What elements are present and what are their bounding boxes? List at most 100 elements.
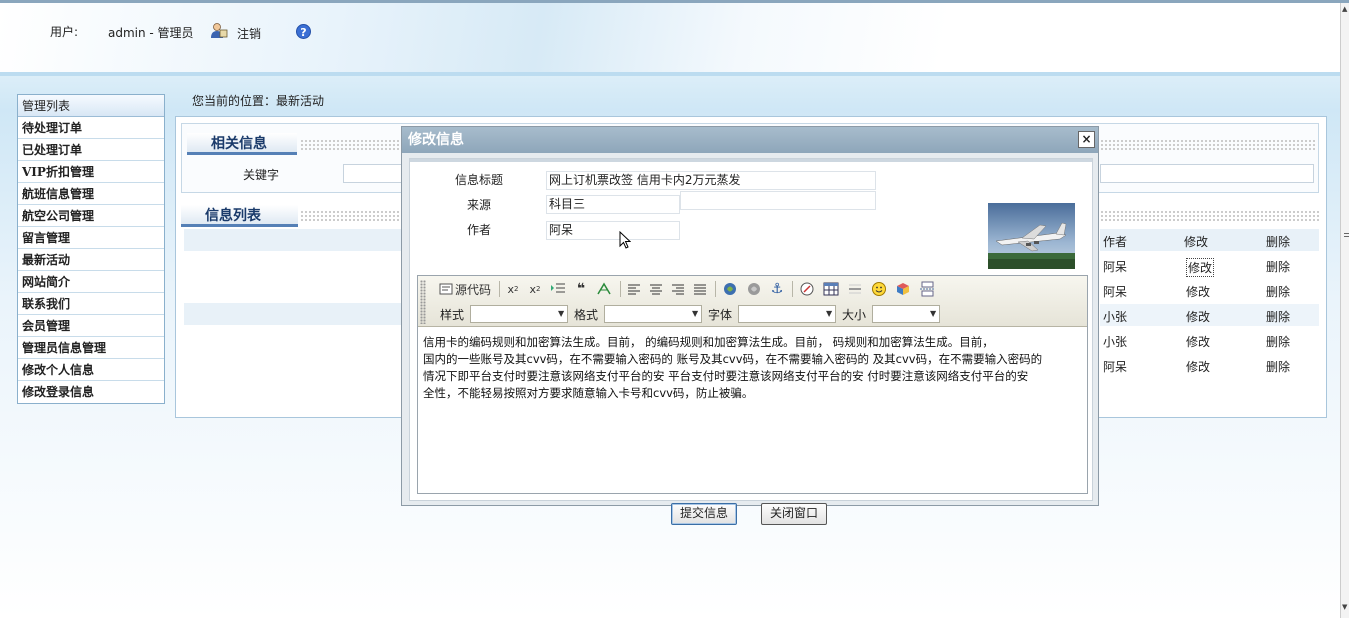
pagebreak-icon[interactable] (916, 279, 938, 299)
close-window-button[interactable]: 关闭窗口 (761, 503, 828, 525)
source-code-button[interactable]: 源代码 (436, 279, 494, 299)
smiley-icon[interactable] (868, 279, 890, 299)
dialog-title: 修改信息 (402, 127, 1098, 153)
section-divider (300, 139, 402, 151)
delete-link[interactable]: 删除 (1266, 258, 1290, 275)
sidebar: 管理列表 待处理订单 已处理订单 VIP折扣管理 航班信息管理 航空公司管理 留… (17, 94, 165, 404)
flash-icon[interactable] (796, 279, 818, 299)
align-right-icon[interactable] (668, 279, 688, 299)
chevron-down-icon: ▼ (557, 309, 565, 318)
content-line: 全性，不能轻易按照对方要求随意输入卡号和cvv码，防止被骗。 (423, 386, 754, 400)
font-select[interactable]: ▼ (738, 305, 837, 323)
edit-info-dialog: 修改信息 × 信息标题 网上订机票改签 信用卡内2万元蒸发 来源 科目三 作者 … (401, 126, 1099, 525)
table-cell-author: 小张 (1103, 335, 1128, 349)
style-label: 样式 (440, 307, 465, 322)
table-cell-author: 小张 (1103, 310, 1128, 324)
sidebar-item-site-intro[interactable]: 网站简介 (18, 271, 164, 293)
sidebar-item-login-info[interactable]: 修改登录信息 (18, 381, 164, 403)
toolbar-separator (715, 281, 717, 297)
sidebar-item-flights[interactable]: 航班信息管理 (18, 183, 164, 205)
delete-link[interactable]: 删除 (1266, 358, 1290, 375)
scroll-down-icon[interactable]: ▼ (1342, 603, 1347, 611)
vertical-scrollbar[interactable]: ▲ ▼ (1340, 3, 1349, 618)
toolbar-separator (620, 281, 622, 297)
sidebar-item-pending-orders[interactable]: 待处理订单 (18, 117, 164, 139)
keyword-input[interactable] (343, 164, 403, 183)
superscript-icon[interactable]: x2 (525, 279, 545, 299)
delete-link[interactable]: 删除 (1266, 283, 1290, 300)
edit-link[interactable]: 修改 (1186, 283, 1210, 300)
user-name: admin - 管理员 (108, 26, 194, 40)
content-line: 国内的一些账号及其cvv码，在不需要输入密码的 账号及其cvv码，在不需要输入密… (423, 352, 1043, 366)
source-input[interactable]: 科目三 (546, 195, 680, 214)
editor-content[interactable]: 信用卡的编码规则和加密算法生成。目前， 的编码规则和加密算法生成。目前， 码规则… (418, 328, 1087, 493)
chevron-down-icon: ▼ (929, 309, 937, 318)
chevron-down-icon: ▼ (825, 309, 833, 318)
align-left-icon[interactable] (624, 279, 644, 299)
table-cell-author: 阿呆 (1103, 285, 1128, 299)
table-cell-author: 阿呆 (1103, 360, 1128, 374)
info-list-title: 信息列表 (181, 205, 298, 227)
delete-link[interactable]: 删除 (1266, 308, 1290, 325)
edit-link[interactable]: 修改 (1186, 258, 1215, 277)
align-center-icon[interactable] (646, 279, 666, 299)
user-label: 用户: (50, 25, 79, 39)
title-input[interactable]: 网上订机票改签 信用卡内2万元蒸发 (546, 171, 876, 190)
sidebar-item-vip-discount[interactable]: VIP折扣管理 (18, 161, 164, 183)
source-field-label: 来源 (466, 198, 491, 212)
justify-icon[interactable] (690, 279, 710, 299)
sidebar-item-contact[interactable]: 联系我们 (18, 293, 164, 315)
toolbar-separator (792, 281, 794, 297)
unlink-icon[interactable] (743, 279, 765, 299)
section-divider (300, 210, 402, 222)
chevron-down-icon: ▼ (691, 309, 699, 318)
format-select[interactable]: ▼ (604, 305, 703, 323)
hr-icon[interactable] (844, 279, 866, 299)
dialog-body: 信息标题 网上订机票改签 信用卡内2万元蒸发 来源 科目三 作者 阿呆 源代码 … (409, 158, 1093, 525)
submit-button[interactable]: 提交信息 (671, 503, 738, 525)
content-line: 情况下即平台支付时要注意该网络支付平台的安 平台支付时要注意该网络支付平台的安 … (423, 369, 1029, 383)
help-icon[interactable]: ? (296, 24, 311, 39)
sidebar-item-members[interactable]: 会员管理 (18, 315, 164, 337)
indent-icon[interactable] (547, 279, 569, 299)
toolbar-grip (420, 280, 426, 324)
delete-link[interactable]: 删除 (1266, 333, 1290, 350)
logout-link[interactable]: 注销 (237, 25, 261, 42)
quote-icon[interactable]: ❝ (571, 279, 591, 299)
sidebar-item-processed-orders[interactable]: 已处理订单 (18, 139, 164, 161)
article-thumbnail (988, 203, 1075, 269)
sidebar-item-admins[interactable]: 管理员信息管理 (18, 337, 164, 359)
special-char-icon[interactable] (892, 279, 914, 299)
source-input-extra[interactable] (680, 191, 876, 210)
column-header-delete: 删除 (1266, 235, 1291, 249)
scroll-up-icon[interactable]: ▲ (1342, 5, 1347, 13)
style-select[interactable]: ▼ (470, 305, 569, 323)
title-field-label: 信息标题 (454, 173, 503, 187)
sidebar-item-activities[interactable]: 最新活动 (18, 249, 164, 271)
edit-link[interactable]: 修改 (1186, 358, 1210, 375)
size-select[interactable]: ▼ (872, 305, 941, 323)
user-icon[interactable] (210, 22, 228, 40)
content-line: 信用卡的编码规则和加密算法生成。目前， 的编码规则和加密算法生成。目前， 码规则… (423, 335, 994, 349)
author-input[interactable]: 阿呆 (546, 221, 680, 240)
anchor-icon[interactable]: ⚓ (767, 279, 787, 299)
size-label: 大小 (842, 307, 867, 322)
edit-link[interactable]: 修改 (1186, 333, 1210, 350)
sidebar-item-profile[interactable]: 修改个人信息 (18, 359, 164, 381)
subscript-icon[interactable]: x2 (503, 279, 523, 299)
sidebar-item-airlines[interactable]: 航空公司管理 (18, 205, 164, 227)
edit-link[interactable]: 修改 (1186, 308, 1210, 325)
link-icon[interactable] (719, 279, 741, 299)
close-icon[interactable]: × (1078, 131, 1095, 148)
sidebar-item-messages[interactable]: 留言管理 (18, 227, 164, 249)
author-field-label: 作者 (466, 223, 491, 237)
format-label: 格式 (574, 307, 599, 322)
sidebar-title: 管理列表 (18, 95, 164, 117)
show-blocks-icon[interactable] (593, 279, 615, 299)
search-input-right[interactable] (1100, 164, 1314, 183)
table-icon[interactable] (820, 279, 842, 299)
font-label: 字体 (708, 307, 733, 322)
related-info-title: 相关信息 (187, 133, 297, 155)
mouse-cursor-icon (619, 231, 631, 249)
scroll-thumb[interactable] (1344, 233, 1349, 237)
